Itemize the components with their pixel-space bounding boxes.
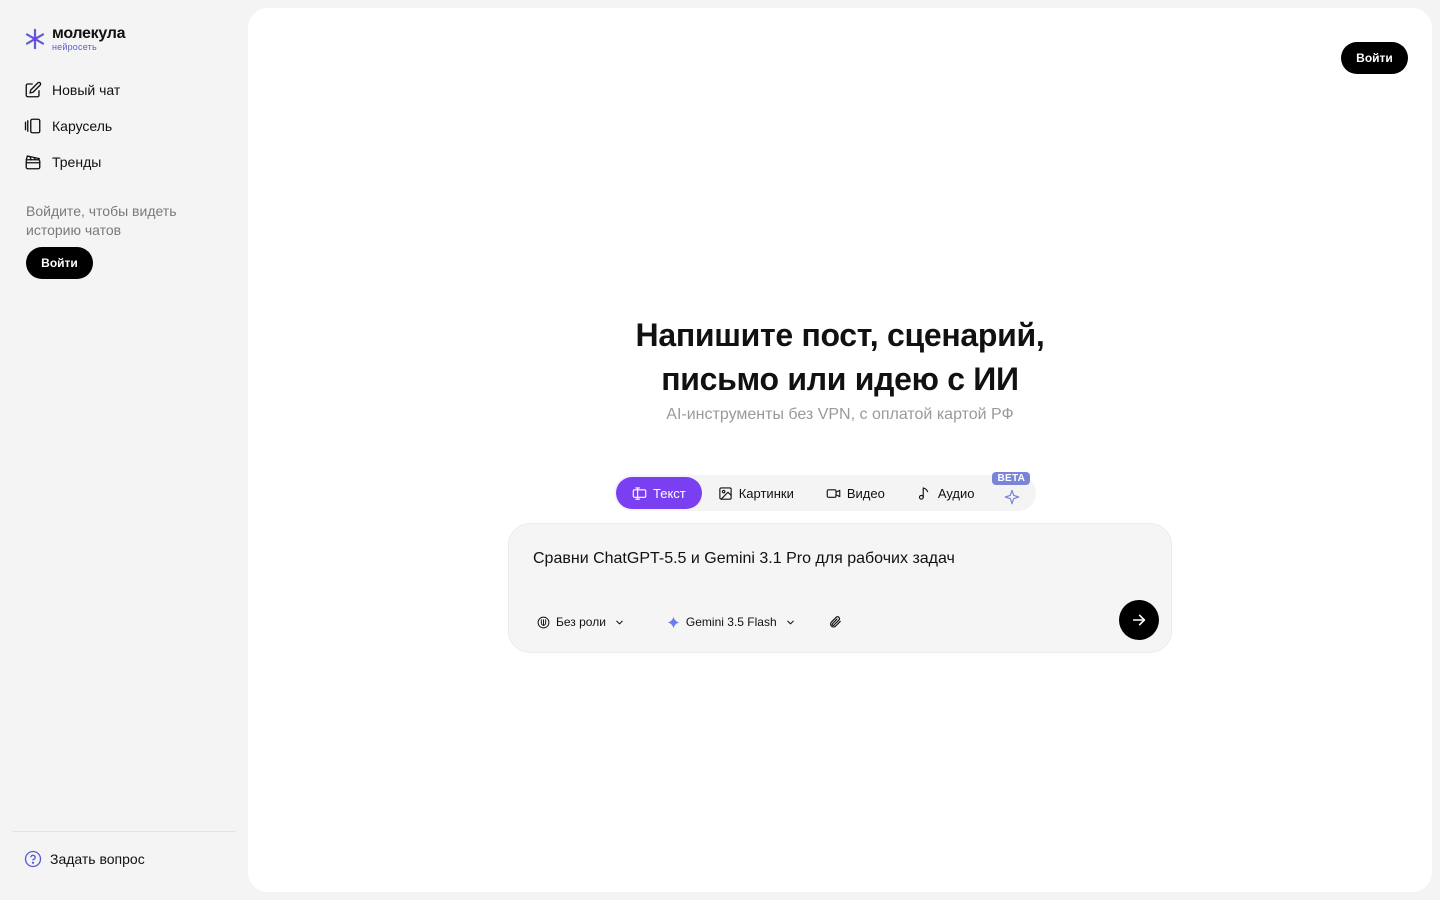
sidebar-divider	[12, 831, 236, 832]
carousel-icon	[24, 118, 41, 134]
edit-icon	[25, 81, 42, 98]
tab-beta-agent[interactable]: BETA	[990, 472, 1034, 509]
sidebar: молекула нейросеть Новый чат Карусель Тр…	[0, 0, 248, 900]
brand-name: молекула	[52, 25, 126, 42]
text-icon	[632, 486, 647, 500]
tab-text[interactable]: Текст	[616, 477, 702, 509]
chevron-down-icon	[786, 620, 794, 624]
role-selector-label: Без роли	[556, 615, 606, 629]
sidebar-nav: Новый чат Карусель Тренды	[24, 78, 120, 174]
beta-badge: BETA	[992, 472, 1031, 485]
tab-video[interactable]: Видео	[810, 477, 901, 509]
tab-label: Видео	[846, 485, 885, 501]
sidebar-item-new-chat[interactable]: Новый чат	[24, 78, 120, 102]
tab-label: Текст	[653, 485, 686, 501]
login-hint-text: Войдите, чтобы видеть историю чатов	[26, 203, 177, 238]
sidebar-item-carousel[interactable]: Карусель	[24, 114, 120, 138]
prompt-composer: Без роли Gemini 3.5 Flash	[508, 523, 1172, 653]
help-circle-icon	[24, 850, 42, 868]
sidebar-item-label: Тренды	[52, 154, 102, 170]
sidebar-login-button[interactable]: Войти	[26, 247, 93, 279]
image-icon	[719, 486, 732, 500]
tab-label: Картинки	[738, 485, 794, 501]
ask-question-label: Задать вопрос	[50, 851, 145, 867]
tab-audio[interactable]: Аудио	[901, 477, 991, 509]
hero-title-line-2: письмо или идею с ИИ	[661, 361, 1019, 397]
video-icon	[826, 488, 841, 498]
header-login-button[interactable]: Войти	[1341, 42, 1408, 74]
brand-wordmark: молекула нейросеть	[52, 25, 126, 52]
role-selector[interactable]: Без роли	[533, 610, 629, 634]
brand-tagline: нейросеть	[52, 42, 97, 52]
molecule-logo-icon	[25, 28, 45, 50]
paperclip-icon	[829, 616, 841, 628]
ask-question-link[interactable]: Задать вопрос	[24, 850, 145, 868]
gemini-sparkle-icon	[667, 616, 680, 628]
hero-title-line-1: Напишите пост, сценарий,	[635, 317, 1045, 353]
sidebar-item-label: Карусель	[52, 118, 113, 134]
chevron-down-icon	[616, 620, 623, 624]
mode-tabs: Текст Картинки Видео Аудио BETA	[614, 472, 1037, 511]
prompt-input[interactable]	[533, 550, 1147, 568]
sidebar-item-trends[interactable]: Тренды	[24, 150, 120, 174]
hero-title: Напишите пост, сценарий, письмо или идею…	[248, 313, 1432, 401]
tab-label: Аудио	[937, 485, 975, 501]
send-button[interactable]	[1119, 600, 1159, 640]
sparkle-icon	[1005, 489, 1020, 505]
mask-icon	[537, 616, 550, 628]
music-note-icon	[918, 486, 928, 500]
clapperboard-icon	[25, 155, 41, 170]
arrow-right-icon	[1132, 614, 1146, 626]
model-selector-label: Gemini 3.5 Flash	[685, 615, 777, 629]
app-root: молекула нейросеть Новый чат Карусель Тр…	[0, 0, 1440, 900]
hero-subtitle: AI-инструменты без VPN, с оплатой картой…	[666, 406, 1014, 423]
tab-images[interactable]: Картинки	[702, 477, 810, 509]
attach-file-button[interactable]	[826, 613, 844, 631]
brand-logo[interactable]: молекула нейросеть	[24, 25, 126, 52]
sidebar-item-label: Новый чат	[52, 82, 121, 98]
model-selector[interactable]: Gemini 3.5 Flash	[663, 610, 800, 634]
main-panel: Войти Напишите пост, сценарий, письмо ил…	[248, 8, 1432, 892]
composer-toolbar: Без роли Gemini 3.5 Flash	[533, 610, 844, 634]
